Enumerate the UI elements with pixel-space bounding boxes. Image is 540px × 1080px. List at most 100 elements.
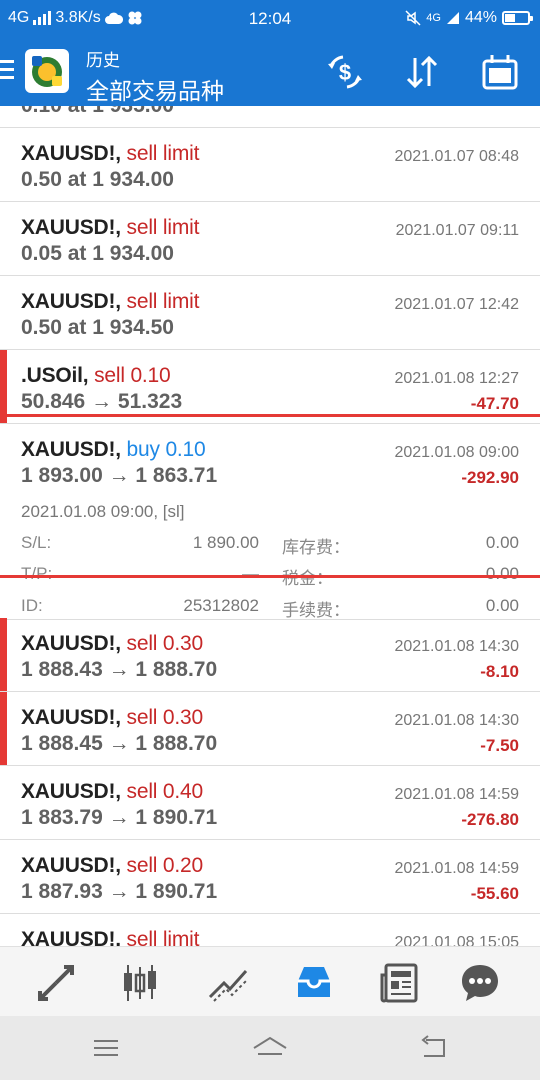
deal-time: 2021.01.08 14:59 <box>394 860 519 877</box>
order-time: 2021.01.07 09:11 <box>395 222 519 239</box>
deal-title: XAUUSD!, buy 0.10 <box>21 438 206 462</box>
deal-title: XAUUSD!, sell 0.40 <box>21 780 203 804</box>
deal-row[interactable]: XAUUSD!, sell 0.40 1 883.79 → 1 890.71 2… <box>0 766 540 840</box>
home-nav-icon[interactable] <box>250 1034 290 1062</box>
id-value: 25312802 <box>183 596 259 615</box>
order-title: XAUUSD!, sell limit <box>21 290 199 314</box>
symbol: XAUUSD!, <box>21 706 121 729</box>
symbol: .USOil, <box>21 364 89 387</box>
deal-row[interactable]: XAUUSD!, sell 0.30 1 888.43 → 1 888.70 2… <box>0 618 540 692</box>
deal-prices: 1 893.00 → 1 863.71 <box>21 464 218 487</box>
deal-row-expanded[interactable]: XAUUSD!, buy 0.10 1 893.00 → 1 863.71 20… <box>0 424 540 620</box>
menu-nav-icon[interactable] <box>86 1034 126 1062</box>
status-bar: 4G 3.8K/s 12:04 4G 44% <box>0 0 540 36</box>
order-type: sell limit <box>126 216 200 239</box>
tax-value: 0.00 <box>485 564 519 583</box>
back-nav-icon[interactable] <box>414 1034 454 1062</box>
deal-profit: -55.60 <box>470 884 519 903</box>
quotes-icon[interactable] <box>118 961 162 1005</box>
order-detail: 0.50 at 1 934.50 <box>21 316 174 339</box>
deal-profit: -276.80 <box>461 810 519 829</box>
page-title[interactable]: 全部交易品种 <box>86 72 224 106</box>
deal-type: sell 0.20 <box>126 854 204 877</box>
order-row[interactable]: XAUUSD!, sell limit 0.50 at 1 934.00 202… <box>0 128 540 202</box>
symbol: XAUUSD!, <box>21 216 121 239</box>
sort-icon[interactable] <box>402 52 442 92</box>
bottom-tab-bar <box>0 946 540 1016</box>
order-row[interactable]: XAUUSD!, sell limit 0.50 at 1 934.50 202… <box>0 276 540 350</box>
deal-type: sell 0.30 <box>126 632 204 655</box>
deal-time: 2021.01.08 09:00 <box>394 444 519 461</box>
battery-icon <box>502 11 533 25</box>
sl-value: 1 890.00 <box>192 533 259 552</box>
svg-text:$: $ <box>339 60 351 85</box>
deal-type: sell 0.40 <box>126 780 204 803</box>
symbol: XAUUSD!, <box>21 854 121 877</box>
history-list[interactable]: 0.10 at 1 935.00 XAUUSD!, sell limit 0.5… <box>0 106 540 946</box>
deal-profit: -7.50 <box>480 736 519 755</box>
deal-title: XAUUSD!, sell 0.30 <box>21 632 203 656</box>
page-subtitle: 历史 <box>86 51 120 70</box>
fee-value: 0.00 <box>485 596 519 615</box>
deal-type: sell 0.10 <box>94 364 171 387</box>
deal-prices: 1 888.45 → 1 888.70 <box>21 732 218 755</box>
stop-loss-line <box>0 575 540 578</box>
order-detail: 0.05 at 1 934.00 <box>21 242 174 265</box>
deal-row[interactable]: XAUUSD!, sell 0.20 1 887.93 → 1 890.71 2… <box>0 840 540 914</box>
loss-marker <box>0 692 7 765</box>
stop-loss-line <box>0 414 540 417</box>
tp-label: T/P: <box>21 564 53 583</box>
symbol: XAUUSD!, <box>21 632 121 655</box>
id-label: ID: <box>21 596 43 615</box>
chat-icon[interactable] <box>458 961 502 1005</box>
menu-icon[interactable] <box>0 60 14 82</box>
deal-profit: -47.70 <box>470 394 519 413</box>
order-type: sell limit <box>126 928 200 946</box>
deal-type: sell 0.30 <box>126 706 204 729</box>
sl-label: S/L: <box>21 533 52 552</box>
currency-exchange-icon[interactable]: $ <box>325 52 365 92</box>
symbol: XAUUSD!, <box>21 928 121 946</box>
deal-open-time: 2021.01.08 09:00, [sl] <box>21 502 185 521</box>
trade-icon[interactable] <box>34 961 78 1005</box>
swap-label: 库存费： <box>282 538 350 557</box>
history-icon[interactable] <box>292 961 336 1005</box>
deal-time: 2021.01.08 12:27 <box>394 370 519 387</box>
deal-row[interactable]: XAUUSD!, sell 0.30 1 888.45 → 1 888.70 2… <box>0 692 540 766</box>
deal-prices: 50.846 → 51.323 <box>21 390 183 413</box>
symbol: XAUUSD!, <box>21 780 121 803</box>
deal-time: 2021.01.08 14:59 <box>394 786 519 803</box>
deal-title: XAUUSD!, sell 0.30 <box>21 706 203 730</box>
deal-title: XAUUSD!, sell 0.20 <box>21 854 203 878</box>
order-time: 2021.01.08 15:05 <box>394 934 519 946</box>
order-detail: 0.50 at 1 934.00 <box>21 168 174 191</box>
order-type: sell limit <box>126 290 200 313</box>
deal-prices: 1 887.93 → 1 890.71 <box>21 880 218 903</box>
order-detail: 0.10 at 1 935.00 <box>21 106 174 118</box>
symbol: XAUUSD!, <box>21 438 121 461</box>
symbol: XAUUSD!, <box>21 290 121 313</box>
order-row[interactable]: XAUUSD!, sell limit 0.05 at 1 934.00 202… <box>0 202 540 276</box>
order-title: XAUUSD!, sell limit <box>21 216 199 240</box>
calendar-icon[interactable] <box>480 52 520 92</box>
deal-prices: 1 883.79 → 1 890.71 <box>21 806 218 829</box>
tp-value: — <box>242 564 259 583</box>
deal-profit: -292.90 <box>461 468 519 487</box>
battery-percent: 44% <box>464 9 497 26</box>
symbol: XAUUSD!, <box>21 142 121 165</box>
swap-value: 0.00 <box>485 533 519 552</box>
app-bar: 历史 全部交易品种 $ <box>0 36 540 106</box>
deal-time: 2021.01.08 14:30 <box>394 638 519 655</box>
order-row[interactable]: XAUUSD!, sell limit 2021.01.08 15:05 <box>0 914 540 946</box>
list-item[interactable]: 0.10 at 1 935.00 <box>0 106 540 128</box>
chart-icon[interactable] <box>206 961 250 1005</box>
news-icon[interactable] <box>378 961 422 1005</box>
deal-title: .USOil, sell 0.10 <box>21 364 171 388</box>
mute-icon <box>405 10 421 26</box>
loss-marker <box>0 618 7 691</box>
order-time: 2021.01.07 12:42 <box>394 296 519 313</box>
deal-row[interactable]: .USOil, sell 0.10 50.846 → 51.323 2021.0… <box>0 350 540 424</box>
deal-time: 2021.01.08 14:30 <box>394 712 519 729</box>
loss-marker <box>0 350 7 423</box>
app-logo[interactable] <box>24 48 70 94</box>
